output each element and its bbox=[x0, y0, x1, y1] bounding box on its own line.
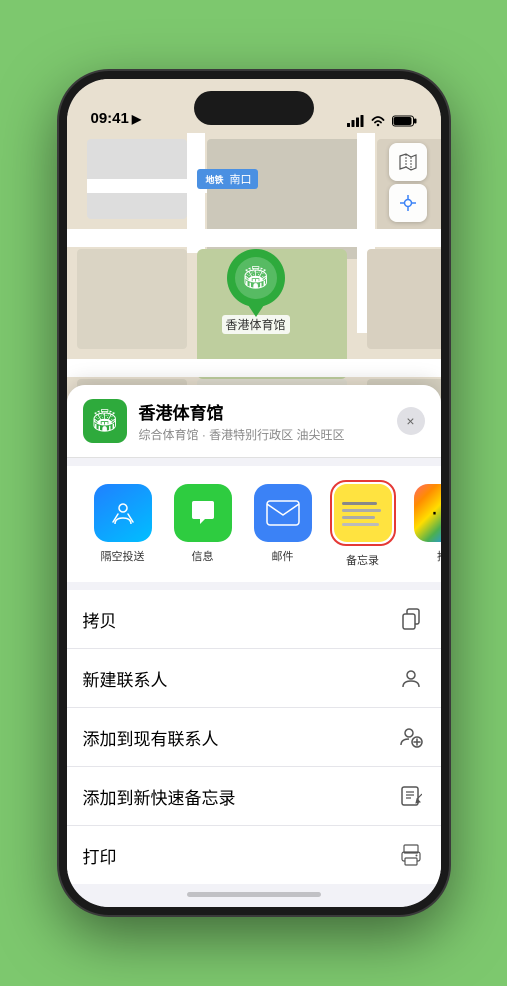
add-contact-icon bbox=[397, 723, 425, 751]
share-item-more[interactable]: ··· 推 bbox=[403, 484, 441, 564]
airdrop-icon bbox=[94, 484, 152, 542]
messages-label: 信息 bbox=[192, 548, 214, 564]
map-pin: 🏟 香港体育馆 bbox=[222, 249, 290, 334]
location-button[interactable] bbox=[389, 184, 427, 222]
print-icon bbox=[397, 841, 425, 869]
more-label: 推 bbox=[437, 548, 441, 564]
action-new-contact[interactable]: 新建联系人 bbox=[67, 649, 441, 708]
quick-memo-label: 添加到新快速备忘录 bbox=[83, 784, 236, 809]
notes-icon bbox=[334, 484, 392, 542]
wifi-icon bbox=[370, 115, 386, 127]
status-icons bbox=[347, 115, 417, 127]
status-time: 09:41 ▶ bbox=[91, 110, 142, 127]
new-contact-label: 新建联系人 bbox=[83, 666, 168, 691]
messages-icon bbox=[174, 484, 232, 542]
notes-label: 备忘录 bbox=[346, 552, 379, 568]
airdrop-label: 隔空投送 bbox=[101, 548, 145, 564]
copy-icon bbox=[397, 605, 425, 633]
copy-label: 拷贝 bbox=[83, 607, 117, 632]
print-label: 打印 bbox=[83, 843, 117, 868]
quick-memo-icon bbox=[397, 782, 425, 810]
share-item-messages[interactable]: 信息 bbox=[163, 484, 243, 564]
clock: 09:41 bbox=[91, 110, 129, 127]
battery-icon bbox=[392, 115, 417, 127]
bottom-sheet: 🏟 香港体育馆 综合体育馆 · 香港特别行政区 油尖旺区 × bbox=[67, 385, 441, 907]
mail-icon bbox=[254, 484, 312, 542]
share-item-notes[interactable]: 备忘录 bbox=[323, 480, 403, 568]
map-type-button[interactable] bbox=[389, 143, 427, 181]
signal-icon bbox=[347, 115, 364, 127]
location-card-icon: 🏟 bbox=[83, 399, 127, 443]
location-arrow-icon: ▶ bbox=[132, 112, 141, 126]
action-quick-memo[interactable]: 添加到新快速备忘录 bbox=[67, 767, 441, 826]
dynamic-island bbox=[194, 91, 314, 125]
map-pin-inner: 🏟 bbox=[235, 257, 277, 299]
location-card: 🏟 香港体育馆 综合体育馆 · 香港特别行政区 油尖旺区 × bbox=[67, 385, 441, 458]
location-subtitle: 综合体育馆 · 香港特别行政区 油尖旺区 bbox=[139, 426, 385, 443]
more-icon: ··· bbox=[414, 484, 441, 542]
add-contact-label: 添加到现有联系人 bbox=[83, 725, 219, 750]
share-item-mail[interactable]: 邮件 bbox=[243, 484, 323, 564]
phone-frame: 09:41 ▶ bbox=[59, 71, 449, 915]
map-pin-label: 香港体育馆 bbox=[222, 315, 290, 334]
new-contact-icon bbox=[397, 664, 425, 692]
mail-label: 邮件 bbox=[272, 548, 294, 564]
action-add-contact[interactable]: 添加到现有联系人 bbox=[67, 708, 441, 767]
share-item-airdrop[interactable]: 隔空投送 bbox=[83, 484, 163, 564]
map-pin-circle: 🏟 bbox=[227, 249, 285, 307]
share-row: 隔空投送 信息 邮件 bbox=[67, 466, 441, 582]
location-info: 香港体育馆 综合体育馆 · 香港特别行政区 油尖旺区 bbox=[139, 399, 385, 443]
action-print[interactable]: 打印 bbox=[67, 826, 441, 884]
action-rows: 拷贝 新建联系人 添 bbox=[67, 590, 441, 884]
location-name: 香港体育馆 bbox=[139, 399, 385, 424]
action-copy[interactable]: 拷贝 bbox=[67, 590, 441, 649]
close-button[interactable]: × bbox=[397, 407, 425, 435]
map-controls bbox=[389, 143, 427, 222]
home-indicator bbox=[187, 892, 321, 897]
station-label: 地铁 南口 bbox=[197, 169, 258, 189]
